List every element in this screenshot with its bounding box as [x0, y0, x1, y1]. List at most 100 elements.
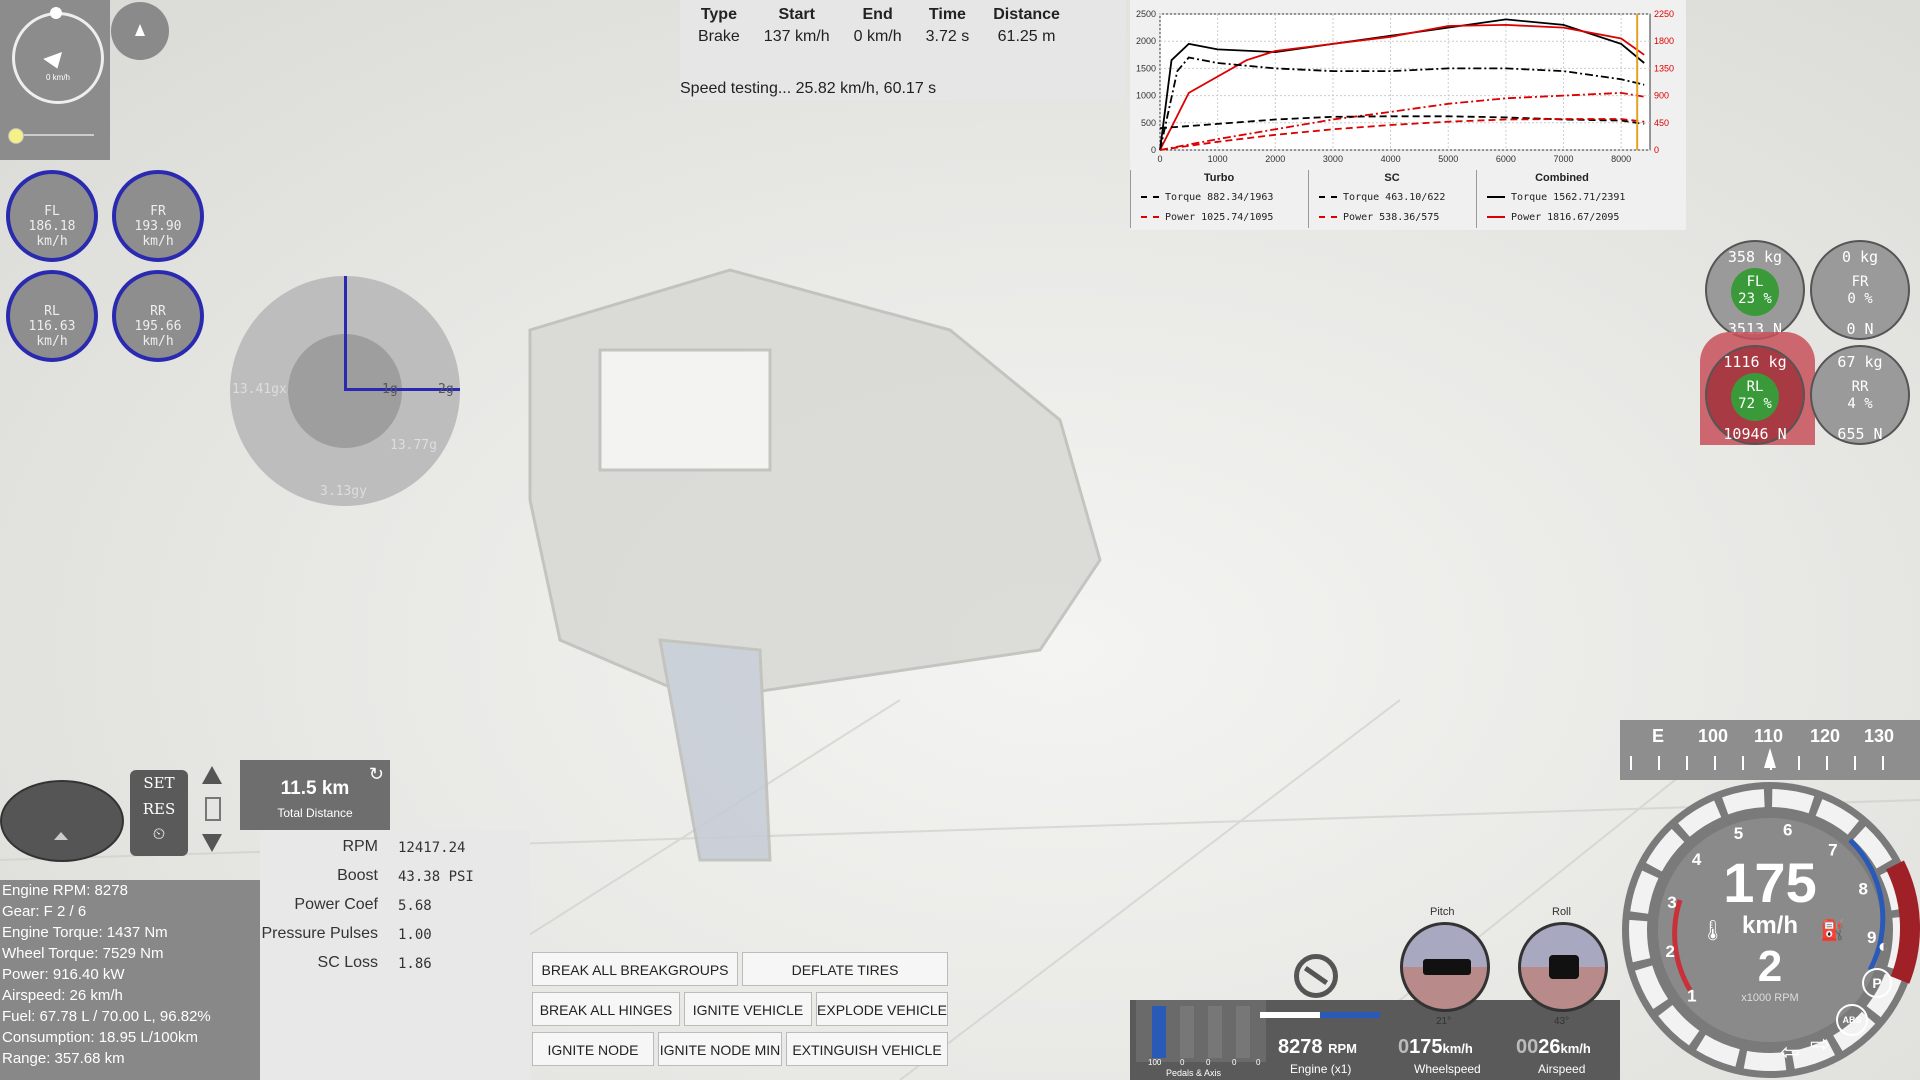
torque-dashdot-icon	[1141, 196, 1159, 198]
legend-turbo-torque-text: Torque 882.34/1963	[1165, 192, 1274, 203]
pedal-brake-value: 0	[1180, 1058, 1185, 1067]
wheel-fl-speed: 186.18 km/h	[28, 219, 76, 249]
cruise-toggle-icon[interactable]	[205, 797, 221, 821]
rpm-readout-unit: RPM	[1328, 1041, 1357, 1056]
gear-indicator: 2	[1757, 942, 1783, 991]
cell-time: 3.72 s	[925, 28, 970, 45]
ignite-vehicle-button[interactable]: IGNITE VEHICLE	[684, 992, 812, 1026]
tire-fl-mass: 358 kg	[1727, 248, 1783, 266]
wheelspeed-unit: km/h	[1442, 1041, 1473, 1056]
consumption-info: Consumption: 18.95 L/100km	[2, 1029, 198, 1046]
break-all-breakgroups-button[interactable]: BREAK ALL BREAKGROUPS	[532, 952, 738, 986]
airspeed-info: Airspeed: 26 km/h	[2, 987, 123, 1004]
range-info: Range: 357.68 km	[2, 1050, 125, 1067]
speedo-tick-6: 6	[1783, 821, 1792, 840]
stat-power-coef-label: Power Coef	[294, 896, 378, 913]
legend-turbo-power: Power 1025.74/1095	[1141, 212, 1273, 223]
compass-slider-track[interactable]	[14, 134, 94, 136]
tire-rr: 67 kg RR 4 % 655 N	[1810, 345, 1910, 445]
roll-label: Roll	[1552, 906, 1571, 918]
wheel-rl-label: RL	[44, 304, 60, 319]
cruise-increase-icon[interactable]	[202, 766, 222, 784]
tire-fr: 0 kg FR 0 % 0 N	[1810, 240, 1910, 340]
speedo-tick-8: 8	[1858, 880, 1867, 899]
speedo-tick-4: 4	[1692, 850, 1702, 869]
explode-vehicle-button[interactable]: EXPLODE VEHICLE	[816, 992, 948, 1026]
power-info: Power: 916.40 kW	[2, 966, 125, 983]
roll-indicator	[1518, 922, 1608, 1012]
torque-dash-icon	[1319, 196, 1337, 198]
compass-dial: 0 km/h	[12, 7, 104, 104]
airspeed-value: 26	[1538, 1036, 1561, 1058]
cruise-decrease-icon[interactable]	[202, 834, 222, 852]
wheel-rr-label: RR	[150, 304, 166, 319]
speed-test-status: Speed testing... 25.82 km/h, 60.17 s	[680, 80, 937, 97]
stat-sc-loss-label: SC Loss	[317, 954, 378, 971]
g-z-value: 13.77g	[390, 438, 437, 453]
mini-compass-needle-icon	[135, 24, 145, 36]
odometer-label: Total Distance	[277, 806, 353, 820]
fuel-info: Fuel: 67.78 L / 70.00 L, 96.82%	[2, 1008, 211, 1025]
cruise-res-button[interactable]: RES	[130, 800, 188, 818]
cell-start: 137 km/h	[763, 28, 830, 45]
pitch-label: Pitch	[1430, 906, 1455, 918]
tire-rl: 1116 kg RL 72 % 10946 N	[1705, 345, 1805, 445]
legend-combined-title: Combined	[1535, 172, 1589, 184]
cruise-buttons: SET RES ⏲	[130, 770, 188, 856]
turn-right-icon: ⇨	[1810, 1031, 1831, 1058]
deflate-tires-button[interactable]: DEFLATE TIRES	[742, 952, 948, 986]
steering-spoke	[1303, 965, 1329, 986]
turn-left-icon: ⇦	[1780, 1039, 1801, 1066]
graph-y-left-tick: 1000	[1136, 91, 1156, 101]
ignite-node-button[interactable]: IGNITE NODE	[532, 1032, 654, 1066]
cruise-speedometer-icon[interactable]: ⏲	[130, 824, 188, 844]
wheel-fl: FL 186.18 km/h	[6, 170, 98, 262]
pedal-extra-value: 0	[1256, 1058, 1261, 1067]
g-y-value: 3.13gy	[320, 484, 367, 499]
graph-y-right-tick: 900	[1654, 91, 1669, 101]
pitch-indicator	[1400, 922, 1490, 1012]
compass-speed: 0 km/h	[45, 73, 70, 82]
ignite-node-min-button[interactable]: IGNITE NODE MIN	[658, 1032, 782, 1066]
g-vector-vertical	[344, 276, 347, 390]
tire-fr-force: 0 N	[1846, 320, 1874, 338]
wheel-rl: RL 116.63 km/h	[6, 270, 98, 362]
engine-rpm: Engine RPM: 8278	[2, 882, 128, 899]
legend-sc-torque-text: Torque 463.10/622	[1343, 192, 1446, 203]
reset-odometer-icon[interactable]: ↻	[369, 764, 384, 785]
compass-slider-knob[interactable]	[8, 128, 24, 144]
torque-power-graph: 0 1000 2000 3000 4000 5000 6000 7000 8000 0 0 500 45…	[1130, 0, 1686, 230]
graph-y-left-tick: 2000	[1136, 36, 1156, 46]
stat-sc-loss-value: 1.86	[398, 956, 432, 972]
abs-icon: ABS	[1836, 1004, 1868, 1036]
engine-info-panel: Engine RPM: 8278 Gear: F 2 / 6 Engine To…	[0, 880, 260, 1080]
airspeed-readout: 0026km/h	[1516, 1036, 1591, 1059]
g-tick-2g: 2g	[438, 382, 454, 397]
power-dash-icon	[1319, 216, 1337, 218]
heading-130: 130	[1864, 726, 1895, 746]
tire-rl-mass: 1116 kg	[1723, 353, 1787, 371]
cell-end: 0 km/h	[853, 28, 902, 45]
wheelspeed-readout: 0175km/h	[1398, 1036, 1473, 1059]
graph-y-left-tick: 2500	[1136, 9, 1156, 19]
legend-combined: Combined Torque 1562.71/2391 Power 1816.…	[1476, 170, 1647, 228]
graph-y-right-tick: 450	[1654, 118, 1669, 128]
brake-bar	[1180, 1006, 1194, 1058]
cruise-set-button[interactable]: SET	[130, 774, 188, 792]
heading-e: E	[1652, 726, 1665, 746]
steering-wheel-icon	[1294, 954, 1338, 998]
extinguish-vehicle-button[interactable]: EXTINGUISH VEHICLE	[786, 1032, 948, 1066]
break-all-hinges-button[interactable]: BREAK ALL HINGES	[532, 992, 680, 1026]
header-time: Time	[928, 6, 966, 23]
legend-sc-torque: Torque 463.10/622	[1319, 192, 1445, 203]
tire-rl-id: RL	[1746, 379, 1764, 395]
header-type: Type	[700, 6, 737, 23]
heading-tape: E 100 110 120 130	[1620, 720, 1920, 780]
graph-y-right-tick: 1350	[1654, 63, 1674, 73]
wheelspeed-value: 175	[1409, 1036, 1443, 1058]
wheelspeed-prefix: 0	[1398, 1036, 1410, 1058]
graph-x-tick: 6000	[1496, 154, 1516, 164]
wheel-rr: RR 195.66 km/h	[112, 270, 204, 362]
graph-y-left-tick: 1500	[1136, 63, 1156, 73]
legend-turbo: Turbo Torque 882.34/1963 Power 1025.74/1…	[1130, 170, 1307, 228]
